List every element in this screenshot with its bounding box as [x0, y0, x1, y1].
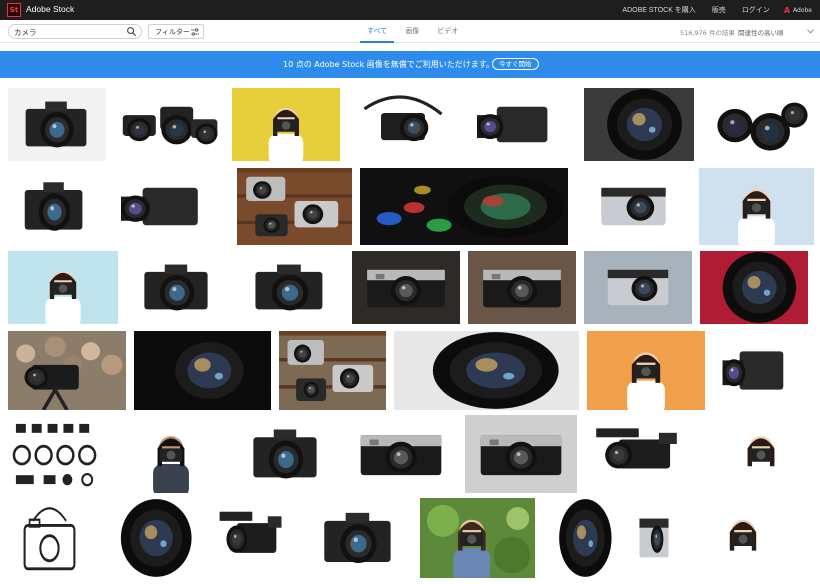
woman-with-camera-image	[587, 331, 705, 410]
camera-icons-image	[8, 415, 107, 493]
image-tile-man-with-camera[interactable]	[115, 415, 227, 493]
image-tile-vintage-cameras-wood[interactable]	[237, 168, 352, 245]
woman-with-camera-image	[699, 168, 814, 245]
camera-outline-icon-image	[8, 498, 91, 578]
image-tile-lens-closeup[interactable]	[543, 498, 620, 578]
image-tile-dslr-side[interactable]	[713, 331, 808, 410]
image-tile-vintage-camera[interactable]	[465, 415, 577, 493]
video-camera-image	[211, 498, 297, 578]
compact-camera-image	[628, 498, 680, 578]
woman-with-camera-image	[688, 498, 798, 578]
image-tile-dslr-side[interactable]	[466, 88, 576, 161]
dslr-side-image	[713, 331, 808, 410]
image-tile-camera-outline-icon[interactable]	[8, 498, 91, 578]
woman-with-camera-image	[232, 88, 340, 161]
lens-closeup-image	[700, 251, 808, 324]
image-tile-dslr-camera[interactable]	[8, 168, 101, 245]
image-tile-camera-icons[interactable]	[8, 415, 107, 493]
vintage-camera-image	[352, 251, 460, 324]
dslr-side-image	[466, 88, 576, 161]
dslr-camera-image	[236, 251, 344, 324]
image-tile-vintage-cameras-wood[interactable]	[279, 331, 386, 410]
image-tile-video-camera[interactable]	[585, 415, 697, 493]
image-tile-lens-bokeh[interactable]	[360, 168, 568, 245]
image-tile-dslr-side[interactable]	[109, 168, 229, 245]
dslr-camera-image	[8, 168, 101, 245]
image-tile-woman-with-camera[interactable]	[587, 331, 705, 410]
video-camera-crowd-image	[8, 331, 126, 410]
image-tile-dslr-camera[interactable]	[235, 415, 337, 493]
lens-bokeh-image	[360, 168, 568, 245]
lens-closeup-image	[99, 498, 203, 578]
vintage-cameras-wood-image	[279, 331, 386, 410]
image-tile-vintage-camera[interactable]	[352, 251, 460, 324]
camera-lenses-image	[702, 88, 812, 161]
dslr-camera-image	[8, 88, 106, 161]
image-tile-camera-lenses[interactable]	[702, 88, 812, 161]
image-tile-woman-with-camera[interactable]	[232, 88, 340, 161]
image-tile-camera-collection[interactable]	[114, 88, 224, 161]
camera-collection-image	[114, 88, 224, 161]
compact-camera-image	[576, 168, 691, 245]
image-tile-woman-with-camera[interactable]	[688, 498, 798, 578]
dslr-camera-image	[126, 251, 228, 324]
image-tile-video-camera[interactable]	[211, 498, 297, 578]
image-tile-dslr-camera[interactable]	[8, 88, 106, 161]
vintage-camera-image	[345, 415, 457, 493]
image-tile-lens-closeup[interactable]	[584, 88, 694, 161]
image-tile-compact-camera[interactable]	[576, 168, 691, 245]
image-tile-lens-closeup[interactable]	[99, 498, 203, 578]
image-tile-lens-closeup[interactable]	[134, 331, 271, 410]
vintage-camera-image	[468, 251, 576, 324]
lens-closeup-image	[394, 331, 579, 410]
dslr-camera-image	[235, 415, 337, 493]
camera-with-strap-image	[348, 88, 458, 161]
image-tile-woman-with-camera[interactable]	[705, 415, 817, 493]
image-tile-vintage-camera[interactable]	[468, 251, 576, 324]
dslr-side-image	[109, 168, 229, 245]
man-with-camera-image	[115, 415, 227, 493]
image-tile-camera-with-strap[interactable]	[348, 88, 458, 161]
woman-in-garden-image	[420, 498, 535, 578]
vintage-camera-image	[465, 415, 577, 493]
vintage-cameras-wood-image	[237, 168, 352, 245]
image-tile-woman-with-camera[interactable]	[699, 168, 814, 245]
image-grid	[0, 0, 820, 584]
dslr-camera-image	[305, 498, 412, 578]
image-tile-vintage-camera[interactable]	[345, 415, 457, 493]
image-tile-lens-closeup[interactable]	[394, 331, 579, 410]
compact-camera-image	[584, 251, 692, 324]
lens-closeup-image	[543, 498, 620, 578]
lens-closeup-image	[584, 88, 694, 161]
image-tile-woman-in-garden[interactable]	[420, 498, 535, 578]
image-tile-lens-closeup[interactable]	[700, 251, 808, 324]
image-tile-woman-with-camera[interactable]	[8, 251, 118, 324]
lens-closeup-image	[134, 331, 271, 410]
image-tile-dslr-camera[interactable]	[126, 251, 228, 324]
woman-with-camera-image	[705, 415, 817, 493]
image-tile-compact-camera[interactable]	[628, 498, 680, 578]
image-tile-compact-camera[interactable]	[584, 251, 692, 324]
woman-with-camera-image	[8, 251, 118, 324]
image-tile-dslr-camera[interactable]	[305, 498, 412, 578]
image-tile-video-camera-crowd[interactable]	[8, 331, 126, 410]
video-camera-image	[585, 415, 697, 493]
image-tile-dslr-camera[interactable]	[236, 251, 344, 324]
